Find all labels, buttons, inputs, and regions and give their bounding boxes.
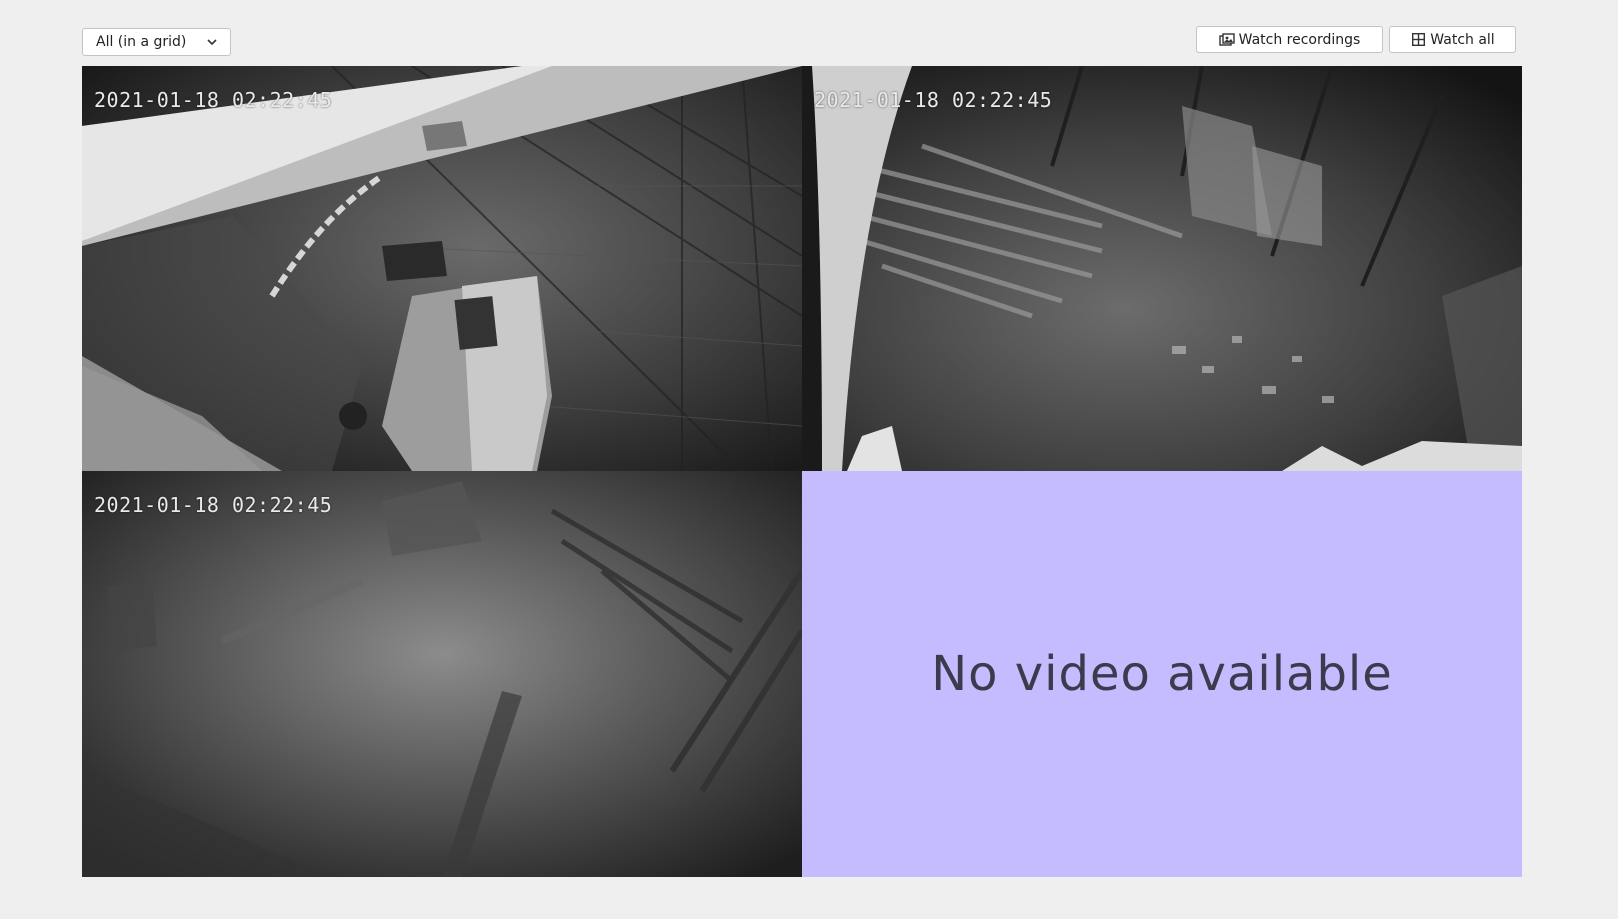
grid-icon	[1410, 32, 1426, 48]
camera-feed-3-image	[82, 471, 802, 877]
empty-camera-slot: No video available	[802, 471, 1522, 877]
watch-all-button[interactable]: Watch all	[1389, 26, 1516, 53]
camera-timestamp: 2021-01-18 02:22:45	[94, 493, 333, 517]
film-icon	[1218, 32, 1235, 48]
camera-grid: 2021-01-18 02:22:45 2021-01-18 02:22:45 …	[82, 66, 1522, 877]
camera-feed-1[interactable]: 2021-01-18 02:22:45	[82, 66, 802, 471]
camera-timestamp: 2021-01-18 02:22:45	[94, 88, 333, 112]
view-mode-select[interactable]: All (in a grid)	[82, 28, 231, 56]
watch-all-label: Watch all	[1430, 31, 1495, 48]
view-mode-select-value: All (in a grid)	[96, 34, 187, 50]
camera-feed-2-image	[802, 66, 1522, 471]
camera-feed-3[interactable]: 2021-01-18 02:22:45	[82, 471, 802, 877]
watch-recordings-label: Watch recordings	[1238, 31, 1361, 48]
chevron-down-icon	[206, 36, 218, 48]
no-video-message: No video available	[931, 646, 1393, 702]
camera-feed-2[interactable]: 2021-01-18 02:22:45	[802, 66, 1522, 471]
camera-feed-1-image	[82, 66, 802, 471]
watch-recordings-button[interactable]: Watch recordings	[1196, 26, 1383, 53]
camera-timestamp: 2021-01-18 02:22:45	[814, 88, 1053, 112]
